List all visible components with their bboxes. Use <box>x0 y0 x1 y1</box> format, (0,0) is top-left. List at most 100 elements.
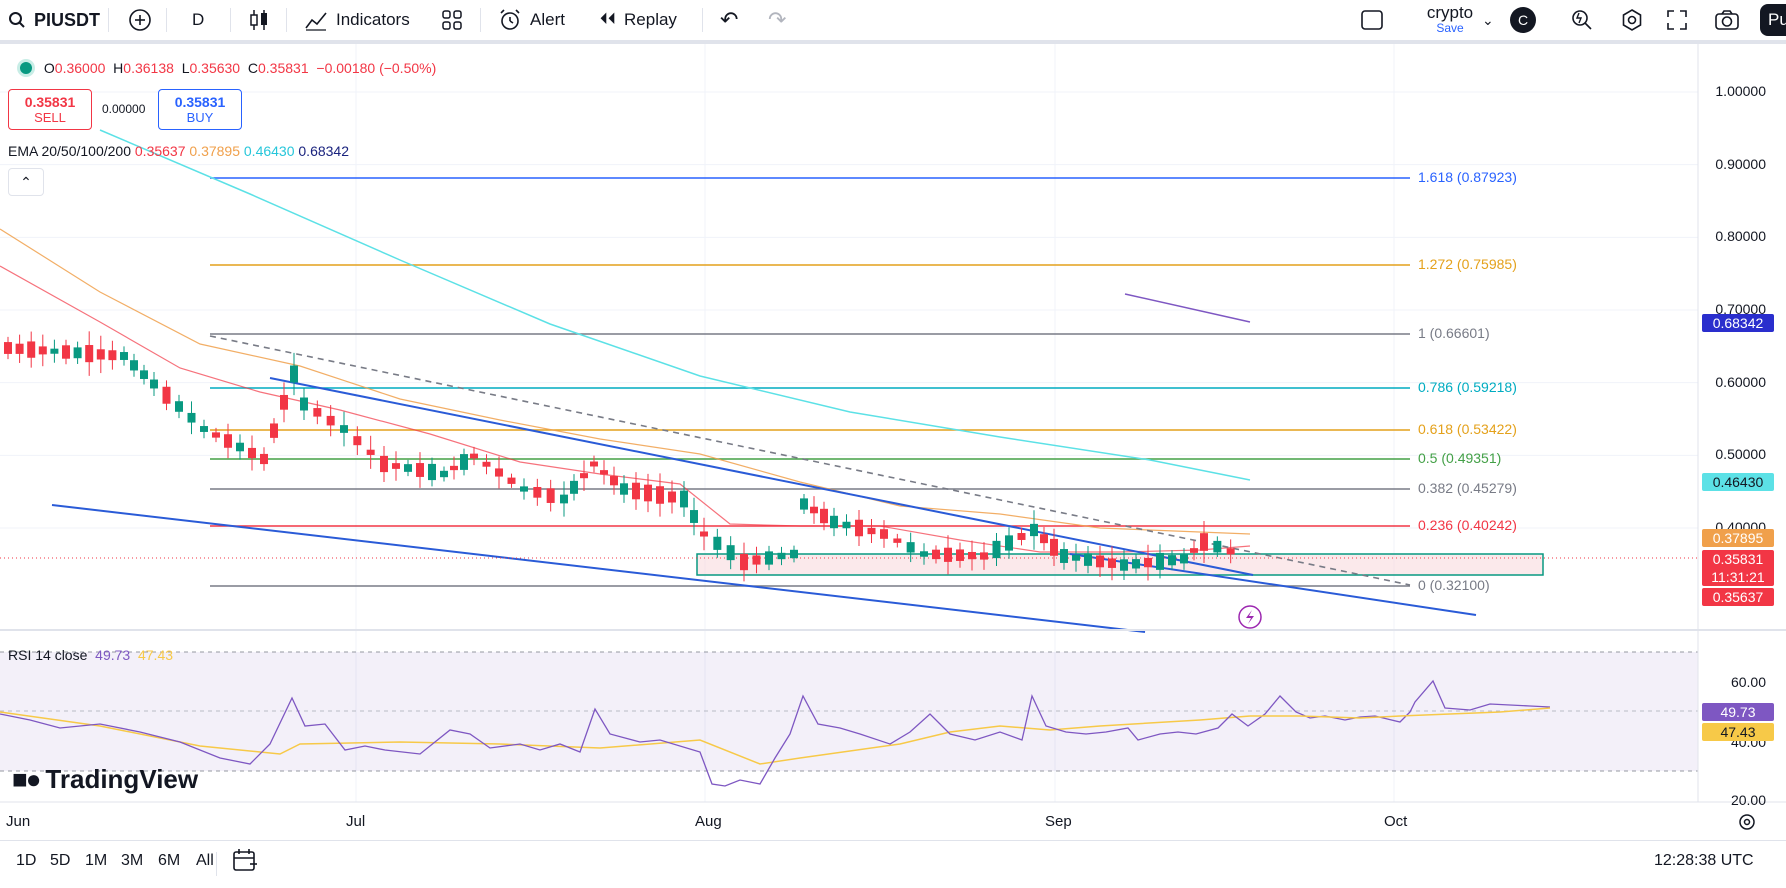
sell-button[interactable]: 0.35831 SELL <box>8 89 92 130</box>
chart-type-button[interactable] <box>248 0 270 40</box>
time-label-aug: Aug <box>695 813 722 830</box>
fib-level-label: 0.5 (0.49351) <box>1418 450 1502 466</box>
status-dot <box>20 62 32 74</box>
candle <box>224 423 232 459</box>
date-range-button[interactable] <box>232 848 258 877</box>
candle <box>108 340 117 370</box>
candle <box>668 480 676 514</box>
indicators-button[interactable]: Indicators <box>304 0 410 40</box>
range-1m[interactable]: 1M <box>85 852 107 870</box>
quick-search-button[interactable] <box>1570 0 1594 40</box>
candle <box>366 435 375 469</box>
close-label: C <box>247 60 258 76</box>
rsi-legend[interactable]: RSI 14 close 49.73 47.43 <box>8 647 173 663</box>
open-value: 0.36000 <box>54 60 106 76</box>
candle <box>600 460 608 485</box>
interval-label: D <box>192 10 205 29</box>
candle <box>404 459 412 477</box>
quick-search-icon <box>1572 10 1592 30</box>
candlestick-series <box>4 331 1235 582</box>
ema-label: EMA 20/50/100/200 <box>8 143 131 159</box>
fib-level-label: 0.618 (0.53422) <box>1418 421 1517 437</box>
rsi-axis-60: 60.00 <box>1730 674 1766 690</box>
candle <box>590 455 598 473</box>
candle <box>380 446 388 482</box>
rsi-label: RSI 14 close <box>8 647 88 663</box>
range-3m[interactable]: 3M <box>121 852 143 870</box>
buy-price: 0.35831 <box>174 94 226 110</box>
ema200-tag: 0.68342 <box>1702 314 1774 332</box>
candle <box>120 346 128 366</box>
candle <box>300 387 308 421</box>
tradingview-logo[interactable]: ■● TradingView <box>12 764 198 795</box>
candle <box>495 456 503 489</box>
layout-toggle-button[interactable] <box>1360 0 1384 40</box>
candle <box>656 473 664 517</box>
symbol-search[interactable]: PIUSDT <box>8 0 100 40</box>
compare-button[interactable] <box>128 0 152 40</box>
range-5d[interactable]: 5D <box>50 852 70 870</box>
candle <box>200 419 208 439</box>
templates-button[interactable] <box>442 0 462 40</box>
bar-countdown: 11:31:21 <box>1711 569 1765 585</box>
gear-icon <box>1622 9 1642 31</box>
divider <box>702 8 703 32</box>
fib-retracement[interactable] <box>210 177 1410 587</box>
collapse-legend-button[interactable]: ⌃ <box>8 168 44 196</box>
candle <box>416 452 424 488</box>
candle <box>150 372 158 396</box>
candle <box>15 334 24 363</box>
price-axis-label: 0.80000 <box>1715 228 1766 245</box>
settings-button[interactable] <box>1620 0 1644 40</box>
divider <box>216 852 217 876</box>
range-6m[interactable]: 6M <box>158 852 180 870</box>
gear-icon[interactable] <box>1739 814 1755 830</box>
candle <box>248 435 256 471</box>
rsi-axis-20: 20.00 <box>1730 792 1766 808</box>
candle <box>1030 510 1038 550</box>
candle <box>880 520 888 548</box>
fullscreen-button[interactable] <box>1666 0 1688 40</box>
buy-button[interactable]: 0.35831 BUY <box>158 89 242 130</box>
utc-clock[interactable]: 12:28:38 UTC <box>1654 852 1754 870</box>
symbol-name: PIUSDT <box>34 9 101 30</box>
plus-circle-icon <box>129 9 151 31</box>
publish-button[interactable]: Pu <box>1760 4 1786 36</box>
range-1d[interactable]: 1D <box>16 852 36 870</box>
undo-button[interactable]: ↶ <box>720 0 738 40</box>
avatar[interactable]: C <box>1510 7 1536 33</box>
price-axis-label: 0.50000 <box>1715 446 1766 463</box>
ohlc-legend: O0.36000 H0.36138 L0.35630 C0.35831 −0.0… <box>20 60 436 76</box>
close-value: 0.35831 <box>258 60 309 76</box>
candle <box>700 517 708 551</box>
ema100-tag: 0.46430 <box>1702 473 1774 491</box>
candle <box>830 507 838 537</box>
range-all[interactable]: All <box>196 852 214 870</box>
ema-legend[interactable]: EMA 20/50/100/200 0.35637 0.37895 0.4643… <box>8 143 349 159</box>
fib-level-label: 0.382 (0.45279) <box>1418 480 1517 496</box>
top-toolbar: PIUSDT D Indicators Alert ⏴⏴ Replay ↶ ↷ … <box>0 0 1786 44</box>
fullscreen-icon <box>1667 10 1687 30</box>
candle <box>680 481 688 517</box>
candle <box>580 460 588 492</box>
lightning-icon[interactable] <box>1238 605 1262 629</box>
sell-label: SELL <box>34 110 66 125</box>
layout-menu-button[interactable]: ⌄ <box>1482 0 1494 40</box>
alert-button[interactable]: Alert <box>498 0 565 40</box>
candles-icon <box>250 10 267 30</box>
candle <box>855 510 863 546</box>
chevron-down-icon: ⌄ <box>1482 11 1494 28</box>
candle <box>690 497 698 536</box>
candle <box>460 448 468 476</box>
candle <box>482 454 491 475</box>
redo-button[interactable]: ↷ <box>768 0 786 40</box>
calendar-icon <box>233 849 257 871</box>
projection-line[interactable] <box>1124 293 1251 323</box>
candle <box>1040 526 1048 551</box>
replay-button[interactable]: ⏴⏴ Replay <box>600 0 677 40</box>
snapshot-button[interactable] <box>1714 0 1740 40</box>
price-chart[interactable] <box>0 44 1786 844</box>
candle <box>50 339 59 363</box>
candle <box>175 394 183 419</box>
interval-button[interactable]: D <box>192 0 204 40</box>
